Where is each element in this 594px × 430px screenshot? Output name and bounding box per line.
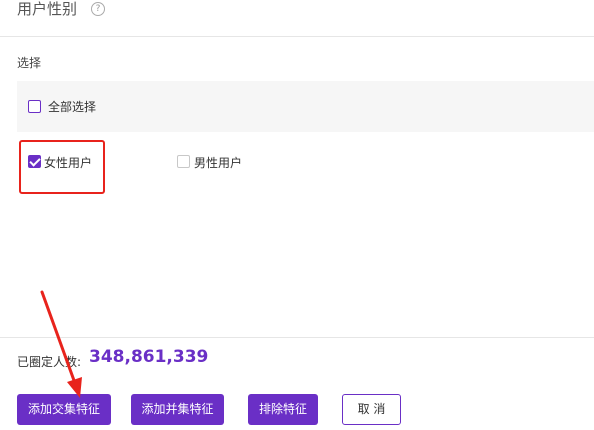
- add-intersect-feature-button[interactable]: 添加交集特征: [17, 394, 111, 425]
- male-label[interactable]: 男性用户: [194, 154, 242, 171]
- section-label: 选择: [17, 56, 42, 70]
- help-icon[interactable]: ?: [91, 2, 105, 16]
- exclude-feature-button[interactable]: 排除特征: [248, 394, 318, 425]
- male-checkbox[interactable]: [177, 155, 190, 168]
- select-all-row[interactable]: 全部选择: [17, 81, 594, 132]
- female-checkbox[interactable]: [28, 155, 41, 168]
- female-label[interactable]: 女性用户: [44, 154, 92, 171]
- page-title: 用户性别: [17, 0, 78, 18]
- cancel-button[interactable]: 取 消: [342, 394, 401, 425]
- select-all-label[interactable]: 全部选择: [48, 98, 96, 115]
- panel-header: 用户性别 ?: [0, 0, 594, 37]
- count-label: 已圈定人数:: [17, 355, 82, 369]
- count-value: 348,861,339: [89, 347, 209, 367]
- add-union-feature-button[interactable]: 添加并集特征: [131, 394, 224, 425]
- footer-divider: [0, 337, 594, 338]
- select-all-checkbox[interactable]: [28, 100, 41, 113]
